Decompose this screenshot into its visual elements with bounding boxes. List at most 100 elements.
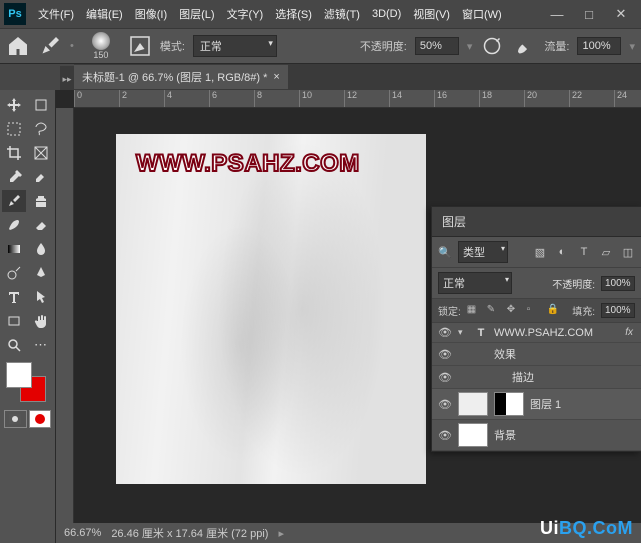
home-icon[interactable]: [6, 34, 30, 58]
fill-label: 填充:: [572, 303, 595, 318]
layer-1[interactable]: 👁 图层 1: [432, 389, 641, 420]
brush-preset-picker[interactable]: 150: [82, 32, 120, 60]
window-close[interactable]: ✕: [605, 2, 637, 26]
doc-dimensions: 26.46 厘米 x 17.64 厘米 (72 ppi): [111, 525, 268, 541]
layer-background[interactable]: 👁 背景: [432, 420, 641, 451]
layer-name[interactable]: 图层 1: [530, 396, 561, 412]
quickmask-mask-icon[interactable]: [29, 410, 52, 428]
menu-edit[interactable]: 编辑(E): [80, 2, 129, 26]
site-watermark: UiBQ.CoM: [540, 518, 633, 539]
quickmask-standard-icon[interactable]: [4, 410, 27, 428]
layer-fx-stroke[interactable]: 👁 描边: [432, 366, 641, 389]
tool-palette: ⋯: [0, 90, 56, 543]
expand-collapse-icon[interactable]: ▸▸: [60, 66, 74, 92]
marquee-tool[interactable]: [2, 118, 26, 140]
path-select-tool[interactable]: [29, 286, 53, 308]
pressure-opacity-icon[interactable]: [480, 34, 504, 58]
brush-panel-icon[interactable]: [128, 34, 152, 58]
filter-smart-icon[interactable]: ◫: [621, 245, 635, 259]
edit-toolbar-icon[interactable]: ⋯: [29, 334, 53, 356]
move-tool[interactable]: [2, 94, 26, 116]
collapse-icon[interactable]: ▾: [458, 327, 468, 338]
flow-label: 流量:: [544, 38, 569, 54]
color-swatches[interactable]: [2, 358, 53, 406]
lock-position-icon[interactable]: ✎: [487, 304, 501, 318]
visibility-icon[interactable]: 👁: [438, 398, 452, 411]
menu-file[interactable]: 文件(F): [32, 2, 80, 26]
opacity-input[interactable]: 50%: [415, 37, 459, 55]
blur-tool[interactable]: [29, 238, 53, 260]
ruler-horizontal: 02468101214161820222426: [74, 90, 641, 108]
crop-tool[interactable]: [2, 142, 26, 164]
lasso-tool[interactable]: [29, 118, 53, 140]
menu-type[interactable]: 文字(Y): [221, 2, 270, 26]
visibility-icon[interactable]: 👁: [438, 371, 452, 384]
history-brush-tool[interactable]: [2, 214, 26, 236]
visibility-icon[interactable]: 👁: [438, 429, 452, 442]
artboard-tool[interactable]: [29, 94, 53, 116]
lock-all-icon[interactable]: 🔒: [547, 304, 561, 318]
fx-badge[interactable]: fx: [625, 327, 635, 338]
visibility-icon[interactable]: 👁: [438, 326, 452, 339]
dodge-tool[interactable]: [2, 262, 26, 284]
menu-view[interactable]: 视图(V): [407, 2, 456, 26]
window-minimize[interactable]: ―: [541, 2, 573, 26]
layer-thumbnail[interactable]: [458, 423, 488, 447]
zoom-tool[interactable]: [2, 334, 26, 356]
layer-text[interactable]: 👁 ▾ T WWW.PSAHZ.COM fx: [432, 323, 641, 343]
airbrush-icon[interactable]: [512, 34, 536, 58]
layers-panel-tab[interactable]: 图层: [432, 207, 641, 237]
brush-preview-dot: [92, 32, 110, 50]
menu-3d[interactable]: 3D(D): [366, 4, 407, 24]
layer-name[interactable]: WWW.PSAHZ.COM: [494, 327, 593, 339]
brush-tool[interactable]: [2, 190, 26, 212]
type-tool[interactable]: [2, 286, 26, 308]
eraser-tool[interactable]: [29, 214, 53, 236]
frame-tool[interactable]: [29, 142, 53, 164]
lock-move-icon[interactable]: ✥: [507, 304, 521, 318]
ruler-vertical: [56, 108, 74, 523]
filter-type-icon[interactable]: T: [577, 245, 591, 259]
healing-brush-tool[interactable]: [29, 166, 53, 188]
blend-mode-select[interactable]: 正常: [193, 35, 277, 57]
search-icon[interactable]: 🔍: [438, 245, 452, 259]
tab-close-icon[interactable]: ×: [273, 71, 279, 83]
zoom-level[interactable]: 66.67%: [64, 527, 101, 539]
filter-shape-icon[interactable]: ▱: [599, 245, 613, 259]
layer-name[interactable]: 背景: [494, 427, 516, 443]
menu-window[interactable]: 窗口(W): [456, 2, 508, 26]
window-maximize[interactable]: □: [573, 2, 605, 26]
lock-artboard-icon[interactable]: ▫: [527, 304, 541, 318]
lock-pixels-icon[interactable]: ▦: [467, 304, 481, 318]
foreground-swatch[interactable]: [6, 362, 32, 388]
layer-thumbnail[interactable]: [458, 392, 488, 416]
document-tab[interactable]: 未标题-1 @ 66.7% (图层 1, RGB/8#) * ×: [74, 65, 288, 89]
layer-opacity-input[interactable]: 100%: [601, 276, 635, 291]
gradient-tool[interactable]: [2, 238, 26, 260]
flow-input[interactable]: 100%: [577, 37, 621, 55]
eyedropper-tool[interactable]: [2, 166, 26, 188]
layer-blend-select[interactable]: 正常: [438, 272, 512, 294]
clone-stamp-tool[interactable]: [29, 190, 53, 212]
hand-tool[interactable]: [29, 310, 53, 332]
visibility-icon[interactable]: 👁: [438, 348, 452, 361]
brush-tool-icon[interactable]: [38, 34, 62, 58]
layer-filter-select[interactable]: 类型: [458, 241, 508, 263]
silk-texture: [116, 134, 426, 484]
layer-fx-effects[interactable]: 👁 效果: [432, 343, 641, 366]
menu-layer[interactable]: 图层(L): [173, 2, 220, 26]
layer-mask-thumbnail[interactable]: [494, 392, 524, 416]
menu-image[interactable]: 图像(I): [129, 2, 173, 26]
filter-pixel-icon[interactable]: ▧: [533, 245, 547, 259]
document-canvas[interactable]: WWW.PSAHZ.COM: [116, 134, 426, 484]
layer-fill-input[interactable]: 100%: [601, 303, 635, 318]
titlebar: Ps 文件(F) 编辑(E) 图像(I) 图层(L) 文字(Y) 选择(S) 滤…: [0, 0, 641, 28]
document-tab-bar: 未标题-1 @ 66.7% (图层 1, RGB/8#) * ×: [74, 64, 641, 90]
document-tab-title: 未标题-1 @ 66.7% (图层 1, RGB/8#) *: [82, 69, 267, 85]
type-layer-icon: T: [474, 327, 488, 339]
menu-select[interactable]: 选择(S): [269, 2, 318, 26]
filter-adjust-icon[interactable]: ◐: [555, 245, 569, 259]
rectangle-tool[interactable]: [2, 310, 26, 332]
pen-tool[interactable]: [29, 262, 53, 284]
menu-filter[interactable]: 滤镜(T): [318, 2, 366, 26]
